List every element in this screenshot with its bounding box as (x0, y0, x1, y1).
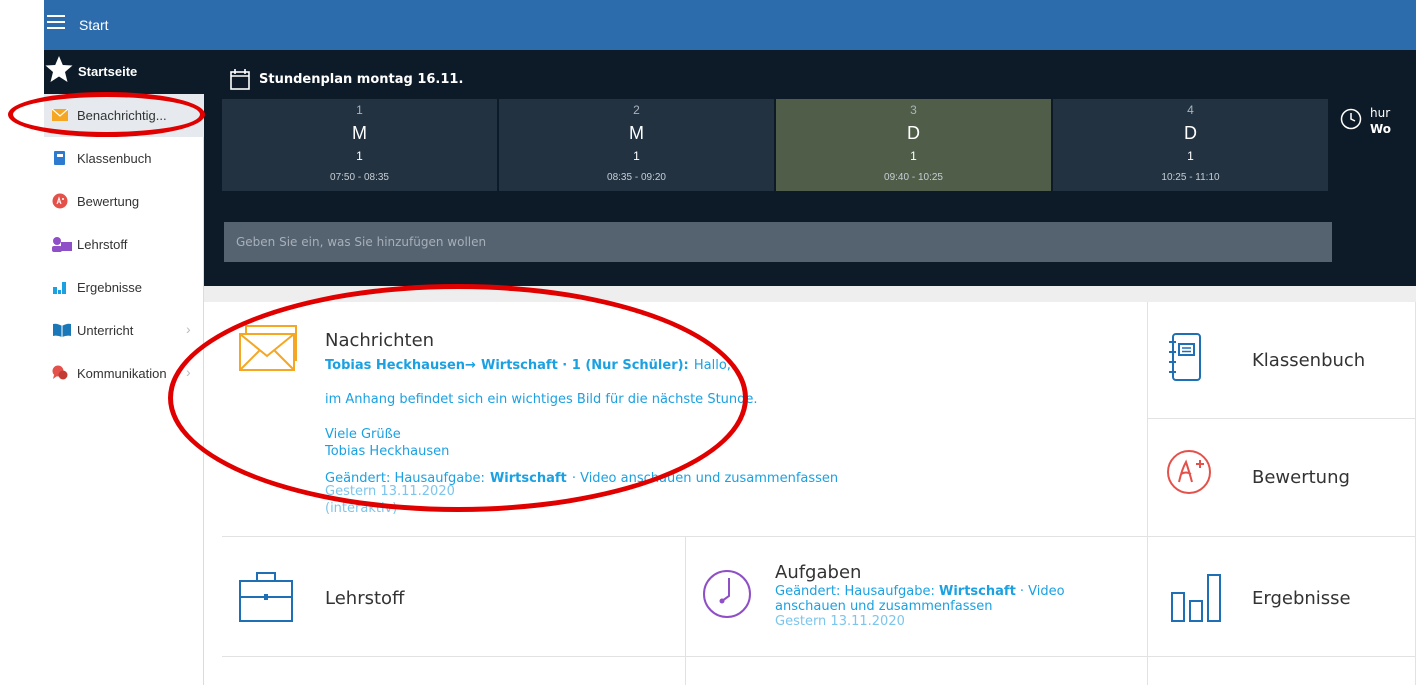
message-recipient: Wirtschaft · 1 (Nur Schüler): (481, 358, 689, 373)
schedule-panel: Stundenplan montag 16.11. 1 M 1 07:50 - … (204, 50, 1416, 286)
sidebar-item-bewertung[interactable]: Bewertung (44, 180, 204, 223)
clock-icon (703, 570, 751, 618)
top-bar-title: Start (79, 17, 109, 33)
ergebnisse-title: Ergebnisse (1252, 588, 1351, 609)
side-info-line1: hur (1370, 106, 1391, 120)
sidebar-item-label: Unterricht (77, 323, 134, 338)
top-bar: Start (44, 0, 1416, 50)
grade-icon (1167, 450, 1211, 494)
star-icon (45, 56, 73, 82)
tile-ergebnisse[interactable]: Ergebnisse (1148, 537, 1416, 657)
period-number: 2 (633, 103, 640, 117)
period-room: 1 (910, 149, 917, 163)
aufgaben-entry[interactable]: Geändert: Hausaufgabe: Wirtschaft · Vide… (775, 584, 1115, 629)
message-arrow: → (465, 358, 476, 373)
message-date: Gestern 13.11.2020 (325, 484, 455, 499)
tile-placeholder[interactable] (686, 657, 1148, 685)
briefcase-icon (239, 572, 293, 622)
add-entry-input[interactable] (224, 222, 1332, 262)
aufgaben-date: Gestern 13.11.2020 (775, 614, 905, 629)
sidebar-item-label: Ergebnisse (77, 280, 143, 295)
side-info-line2: Wo (1370, 122, 1392, 136)
envelope-icon (239, 325, 297, 371)
nachrichten-title: Nachrichten (325, 330, 435, 351)
tile-nachrichten[interactable]: Nachrichten Tobias Heckhausen→ Wirtschaf… (222, 302, 1148, 537)
message-signature: Tobias Heckhausen (325, 444, 450, 459)
change-subject: Wirtschaft (489, 471, 567, 486)
sidebar: Startseite Benachrichtig... Klassenbuch … (44, 50, 204, 685)
tile-bewertung[interactable]: Bewertung (1148, 419, 1416, 537)
aufgaben-prefix: Geändert: Hausaufgabe: (775, 584, 935, 599)
period-room: 1 (1187, 149, 1194, 163)
notebook-icon (1169, 333, 1201, 381)
bar-chart-icon (53, 282, 66, 294)
sidebar-item-label: Lehrstoff (77, 237, 128, 252)
period-room: 1 (633, 149, 640, 163)
period-number: 4 (1187, 103, 1194, 117)
message-closing: Viele Grüße (325, 427, 401, 442)
sidebar-item-label: Benachrichtig... (77, 108, 167, 123)
envelope-icon (52, 108, 68, 121)
period-time: 07:50 - 08:35 (330, 172, 389, 183)
period-subject: M (352, 123, 367, 143)
message-greeting: Hallo, (693, 358, 731, 373)
chevron-right-icon: › (186, 364, 191, 380)
period-cell[interactable]: 1 M 1 07:50 - 08:35 (222, 99, 497, 191)
chevron-right-icon: › (186, 321, 191, 337)
message-sender: Tobias Heckhausen (325, 358, 466, 373)
sidebar-item-benachrichtigungen[interactable]: Benachrichtig... (44, 94, 204, 137)
grade-icon (52, 193, 68, 209)
bewertung-title: Bewertung (1252, 467, 1350, 488)
period-cell[interactable]: 2 M 1 08:35 - 09:20 (499, 99, 774, 191)
tile-placeholder[interactable] (222, 657, 686, 685)
period-cell[interactable]: 4 D 1 10:25 - 11:10 (1053, 99, 1328, 191)
hamburger-menu-icon[interactable] (47, 15, 65, 29)
tile-placeholder[interactable] (1148, 657, 1416, 685)
tile-aufgaben[interactable]: Aufgaben Geändert: Hausaufgabe: Wirtscha… (686, 537, 1148, 657)
bar-chart-icon (1171, 574, 1221, 622)
message-body: im Anhang befindet sich ein wichtiges Bi… (325, 392, 758, 407)
period-number: 3 (910, 103, 917, 117)
klassenbuch-title: Klassenbuch (1252, 350, 1366, 371)
period-room: 1 (356, 149, 363, 163)
sidebar-home-label: Startseite (78, 64, 138, 79)
book-icon (54, 151, 65, 165)
period-number: 1 (356, 103, 363, 117)
sidebar-item-kommunikation[interactable]: Kommunikation › (44, 352, 204, 395)
period-time: 08:35 - 09:20 (607, 172, 666, 183)
tile-lehrstoff[interactable]: Lehrstoff (222, 537, 686, 657)
tile-klassenbuch[interactable]: Klassenbuch (1148, 302, 1416, 419)
open-book-icon (53, 323, 71, 337)
aufgaben-suffix1: · Video (1019, 584, 1065, 599)
message-mode: (interaktiv) (325, 501, 398, 516)
sidebar-item-lehrstoff[interactable]: Lehrstoff (44, 223, 204, 266)
sidebar-item-klassenbuch[interactable]: Klassenbuch (44, 137, 204, 180)
schedule-title: Stundenplan montag 16.11. (259, 72, 464, 87)
section-divider (204, 286, 1416, 302)
period-subject: D (907, 123, 920, 143)
lehrstoff-title: Lehrstoff (325, 588, 405, 609)
sidebar-item-label: Kommunikation (77, 366, 167, 381)
sidebar-home[interactable]: Startseite (44, 50, 204, 94)
period-time: 10:25 - 11:10 (1161, 172, 1220, 183)
teacher-icon (52, 237, 72, 252)
sidebar-item-label: Bewertung (77, 194, 140, 209)
sidebar-item-unterricht[interactable]: Unterricht › (44, 309, 204, 352)
message-header[interactable]: Tobias Heckhausen→ Wirtschaft · 1 (Nur S… (325, 354, 1125, 373)
period-time: 09:40 - 10:25 (884, 172, 943, 183)
change-suffix: · Video anschauen und zusammenfassen (571, 471, 839, 486)
aufgaben-suffix2: anschauen und zusammenfassen (775, 599, 993, 614)
clock-icon (1340, 108, 1362, 130)
period-cell-current[interactable]: 3 D 1 09:40 - 10:25 (776, 99, 1051, 191)
period-subject: M (629, 123, 644, 143)
aufgaben-title: Aufgaben (775, 562, 862, 583)
aufgaben-subject: Wirtschaft (939, 584, 1016, 599)
sidebar-item-ergebnisse[interactable]: Ergebnisse (44, 266, 204, 309)
sidebar-item-label: Klassenbuch (77, 151, 152, 166)
calendar-icon (230, 69, 250, 90)
period-subject: D (1184, 123, 1197, 143)
chat-icon (52, 365, 68, 380)
